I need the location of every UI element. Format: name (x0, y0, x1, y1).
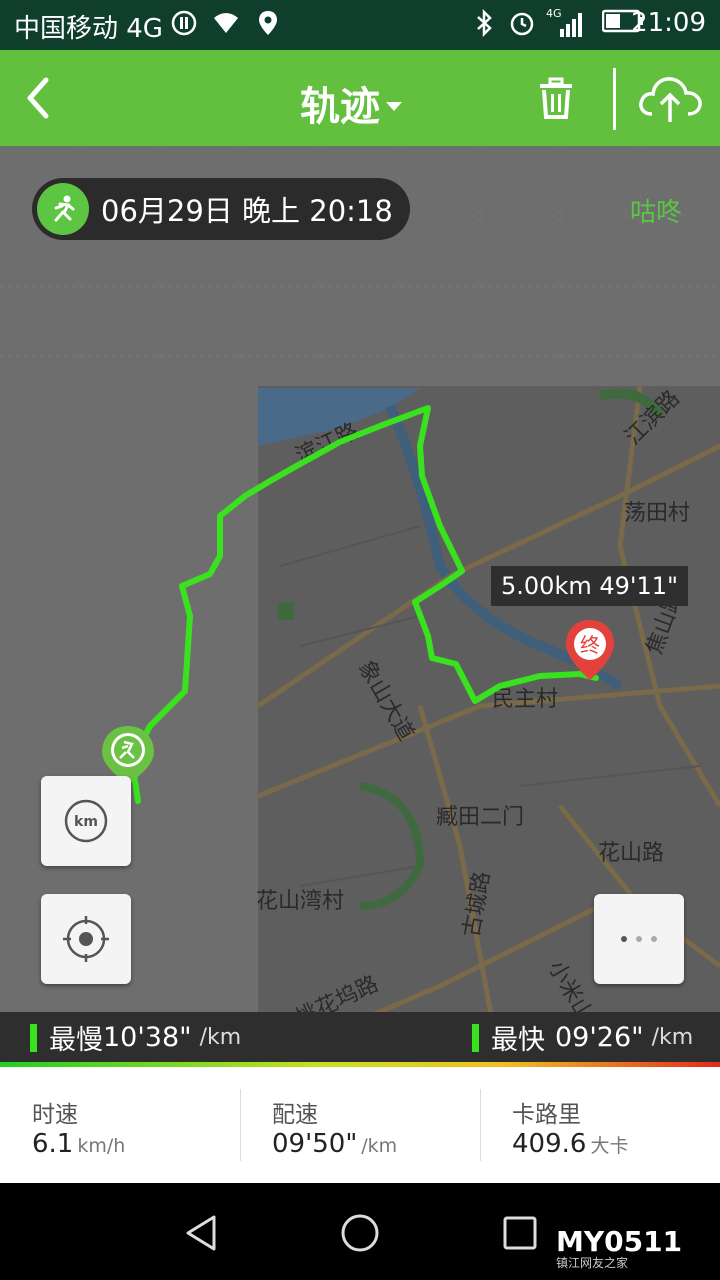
chevron-down-icon (386, 101, 402, 111)
street-label: 荡田村 (624, 501, 690, 526)
bluetooth-icon (470, 8, 498, 38)
nav-recents-button[interactable] (502, 1215, 538, 1255)
signal-icon: 4G (546, 7, 582, 37)
pace-value: 09'50"/km (272, 1129, 397, 1159)
wifi-icon (212, 9, 240, 37)
page-title: 轨迹 (300, 84, 380, 130)
more-button[interactable] (594, 894, 684, 984)
km-button-label: km (74, 814, 98, 830)
slowest-pace: 最慢 10'38" /km (30, 1018, 241, 1057)
pace-unit: /km (361, 1135, 398, 1157)
fast-marker (472, 1023, 479, 1052)
speed-value: 6.1 km/h (32, 1129, 125, 1159)
calories-value: 409.6 大卡 (512, 1129, 628, 1159)
distance-time-label: 5.00km 49'11" (491, 566, 689, 606)
speed-unit: km/h (77, 1135, 126, 1157)
alarm-icon (508, 9, 536, 37)
home-circle-icon (341, 1214, 379, 1252)
speed-label: 时速 (32, 1102, 78, 1128)
km-icon: km (64, 799, 108, 843)
back-button[interactable] (20, 72, 60, 124)
slowest-value: 10'38" (103, 1022, 192, 1053)
fastest-unit: /km (651, 1025, 694, 1050)
upload-button[interactable] (636, 72, 704, 126)
fastest-label: 最快 (491, 1025, 545, 1056)
calories-label: 卡路里 (512, 1102, 581, 1128)
street-label: 臧田二门 (436, 805, 524, 830)
crosshair-icon (63, 916, 109, 962)
street-label: 花山路 (598, 841, 664, 866)
fastest-pace: 最快 09'26" /km (472, 1018, 693, 1057)
square-recents-icon (503, 1216, 537, 1250)
locate-button[interactable] (41, 894, 131, 984)
clock: 21:09 (631, 8, 706, 38)
nav-back-button[interactable] (182, 1213, 220, 1257)
slow-marker (30, 1023, 37, 1052)
pace-label: 配速 (272, 1102, 318, 1128)
speed-stat: 时速 6.1 km/h (0, 1067, 240, 1183)
delete-button[interactable] (534, 76, 578, 120)
map-view[interactable]: 江滨路 荡田村 焦山路 民主村 象山大道 臧田二门 花山路 花山湾村 古城路 桃… (0, 146, 720, 1064)
brand-label: 咕咚 (630, 198, 683, 228)
calories-stat: 卡路里 409.6 大卡 (480, 1067, 720, 1183)
network-type-label: 4G (546, 7, 562, 20)
carrier-label: 中国移动 4G (14, 14, 163, 44)
fastest-value: 09'26" (555, 1022, 644, 1053)
slowest-unit: /km (199, 1025, 242, 1050)
cloud-upload-icon (639, 77, 702, 122)
nav-home-button[interactable] (340, 1213, 380, 1257)
track-dropdown[interactable]: 轨迹 (300, 74, 402, 132)
app-bar: 轨迹 (0, 50, 720, 146)
trash-icon (540, 77, 572, 119)
stats-panel: 时速 6.1 km/h 配速 09'50"/km 卡路里 409.6 大卡 (0, 1067, 720, 1183)
speed-number: 6.1 (32, 1129, 74, 1159)
run-date-time: 06月29日 晚上 20:18 (101, 194, 393, 228)
date-time-pill: 06月29日 晚上 20:18 (32, 178, 410, 240)
location-icon (254, 9, 282, 37)
status-bar: 中国移动 4G 4G 21:09 (0, 0, 720, 50)
more-icon (621, 936, 657, 942)
triangle-back-icon (186, 1215, 216, 1251)
street-label: 民主村 (492, 687, 558, 712)
calories-number: 409.6 (512, 1129, 587, 1159)
calories-unit: 大卡 (590, 1135, 629, 1157)
running-icon (37, 183, 89, 235)
pace-number: 09'50" (272, 1129, 358, 1159)
pace-stat: 配速 09'50"/km (240, 1067, 480, 1183)
end-marker-label: 终 (580, 633, 600, 657)
slowest-label: 最慢 (49, 1025, 103, 1056)
watermark: MY0511 镇江网友之家 (556, 1225, 682, 1271)
toolbar-divider (613, 68, 616, 130)
pace-bar: 最慢 10'38" /km 最快 09'26" /km (0, 1012, 720, 1062)
data-sync-icon (170, 9, 198, 37)
unit-toggle-button[interactable]: km (41, 776, 131, 866)
street-label: 花山湾村 (256, 889, 344, 914)
